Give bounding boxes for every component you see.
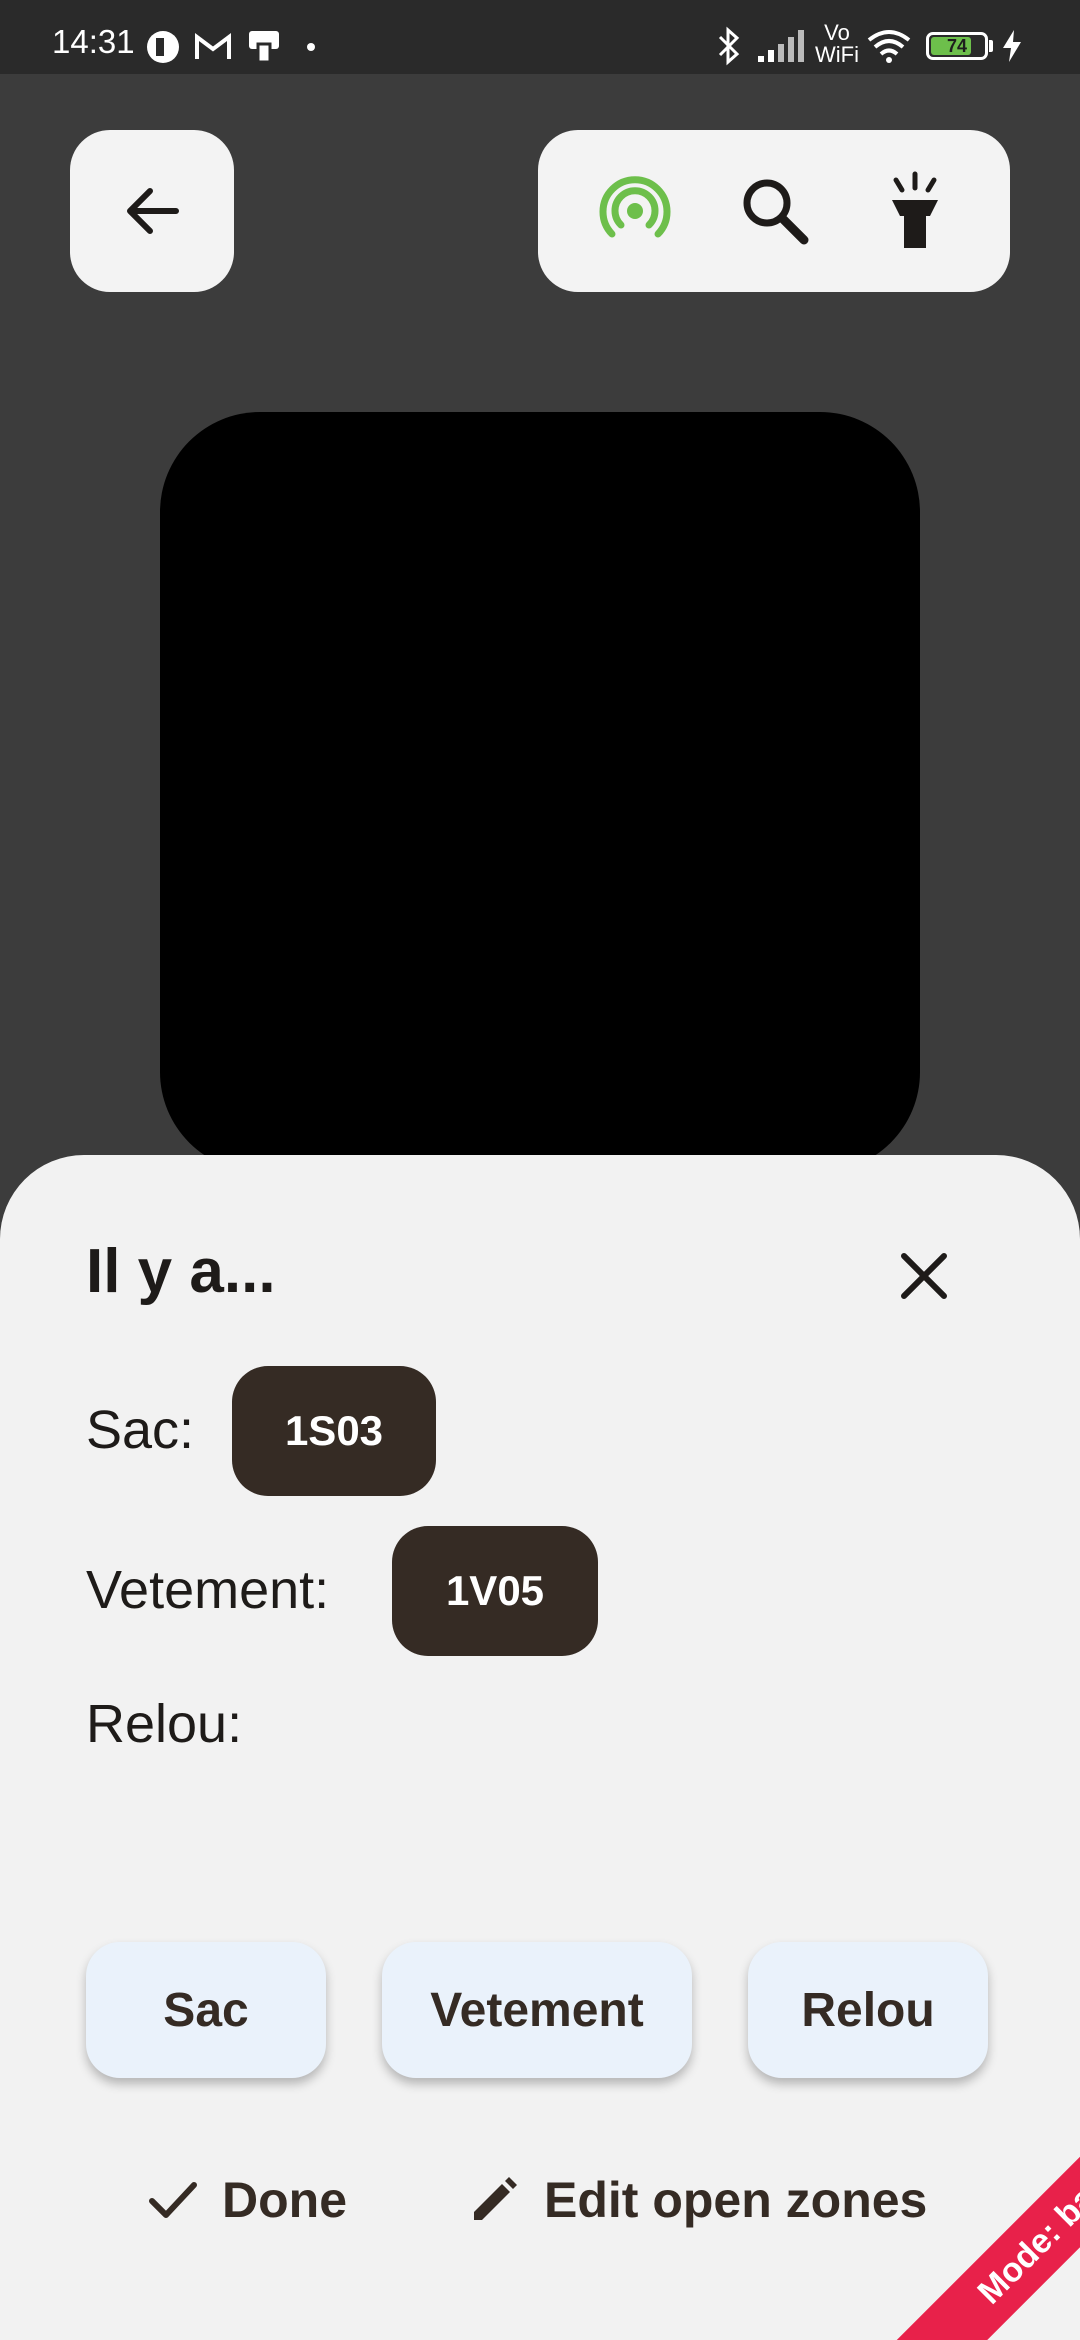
row-label-relou: Relou: — [86, 1694, 243, 1754]
wifi-icon — [867, 30, 911, 63]
vowifi-icon: Vo WiFi — [815, 20, 859, 67]
sheet-title: Il y a... — [86, 1237, 276, 1306]
chip-vetement[interactable]: 1V05 — [392, 1526, 598, 1656]
charging-icon — [1003, 30, 1021, 62]
signal-icon — [758, 30, 804, 62]
gmail-icon — [195, 33, 231, 59]
sac-button[interactable]: Sac — [86, 1942, 326, 2078]
back-arrow-icon — [127, 188, 179, 234]
done-button[interactable]: Done — [146, 2160, 347, 2240]
nfc-signal-icon[interactable] — [592, 168, 678, 254]
battery-level: 74 — [946, 36, 968, 56]
status-time: 14:31 — [52, 23, 135, 60]
search-icon[interactable] — [732, 168, 818, 254]
toolbar — [538, 130, 1010, 292]
pencil-icon — [474, 2177, 517, 2220]
bluetooth-icon — [718, 26, 740, 66]
status-bar: 14:31 Vo WiFi 74 — [0, 0, 1080, 74]
row-label-sac: Sac: — [86, 1400, 195, 1460]
vetement-button[interactable]: Vetement — [382, 1942, 692, 2078]
battery-icon: 74 — [926, 32, 988, 60]
check-icon — [149, 2182, 197, 2218]
camera-preview — [160, 412, 920, 1172]
dot-icon — [307, 43, 315, 51]
done-label: Done — [222, 2172, 347, 2228]
back-button[interactable] — [70, 130, 234, 292]
battery-tip — [989, 40, 993, 52]
row-label-vetement: Vetement: — [86, 1560, 330, 1620]
relou-button[interactable]: Relou — [748, 1942, 988, 2078]
edit-label: Edit open zones — [544, 2172, 928, 2228]
edit-open-zones-button[interactable]: Edit open zones — [466, 2160, 927, 2240]
close-icon[interactable] — [888, 1240, 960, 1312]
flashlight-icon[interactable] — [872, 168, 958, 254]
chip-sac[interactable]: 1S03 — [232, 1366, 436, 1496]
app-icon — [147, 31, 179, 63]
notification-icon — [249, 31, 279, 64]
